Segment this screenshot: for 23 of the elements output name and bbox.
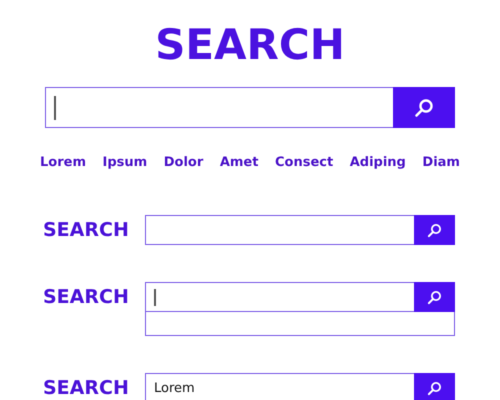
search-button[interactable]	[393, 87, 455, 128]
tag-link[interactable]: Dolor	[164, 154, 204, 170]
search-icon	[414, 98, 434, 118]
search-field[interactable]	[145, 215, 414, 245]
search-field[interactable]: Lorem	[145, 373, 414, 400]
tag-link[interactable]: Ipsum	[102, 154, 148, 170]
search-label: SEARCH	[43, 285, 130, 310]
search-button[interactable]	[414, 373, 455, 400]
search-button[interactable]	[414, 282, 455, 312]
tag-link[interactable]: Lorem	[40, 154, 86, 170]
search-label: SEARCH	[43, 376, 130, 400]
tag-link[interactable]: Diam	[422, 154, 460, 170]
search-field[interactable]	[145, 282, 414, 312]
search-icon	[427, 222, 442, 238]
tag-link[interactable]: Adiping	[350, 154, 406, 170]
tag-link[interactable]: Amet	[220, 154, 258, 170]
search-icon	[427, 290, 442, 304]
search-icon	[427, 380, 442, 396]
search-button[interactable]	[414, 215, 455, 245]
search-field[interactable]	[45, 87, 393, 128]
search-label: SEARCH	[43, 218, 130, 243]
page-title: SEARCH	[154, 20, 346, 70]
tag-link[interactable]: Consect	[274, 154, 334, 170]
